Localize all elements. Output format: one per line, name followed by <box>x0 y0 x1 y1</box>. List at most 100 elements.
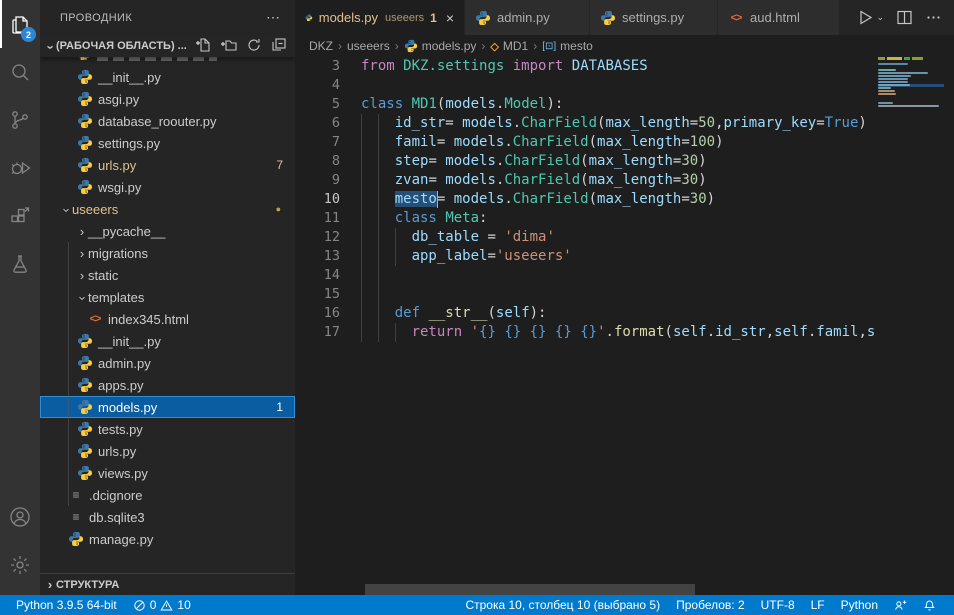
line-number: 3 <box>295 57 340 76</box>
file-label: templates <box>88 290 144 305</box>
breadcrumb-models-py[interactable]: models.py <box>404 39 477 53</box>
more-actions-icon[interactable] <box>925 9 942 26</box>
account-icon[interactable] <box>0 493 40 541</box>
tree-item-useeers[interactable]: ›useeers● <box>40 198 295 220</box>
file-label: __init__.py <box>98 334 161 349</box>
breadcrumb-separator: › <box>533 39 537 53</box>
minimap-line <box>878 87 944 89</box>
horizontal-scrollbar[interactable] <box>365 584 695 595</box>
file-label: __init__.py <box>98 70 161 85</box>
line-number: 15 <box>295 285 340 304</box>
status-notifications-bell[interactable] <box>915 595 944 615</box>
minimap-line <box>878 63 944 65</box>
workspace-label: (РАБОЧАЯ ОБЛАСТЬ) ... <box>56 40 187 52</box>
tree-item-templates[interactable]: ›templates <box>40 286 295 308</box>
line-number: 6 <box>295 114 340 133</box>
tree-item--init-py[interactable]: __init__.py <box>40 330 295 352</box>
collapse-all-icon[interactable] <box>271 37 287 56</box>
tree-item-apps-py[interactable]: apps.py <box>40 374 295 396</box>
status-indentation[interactable]: Пробелов: 2 <box>668 595 753 615</box>
tree-item-tests-py[interactable]: tests.py <box>40 418 295 440</box>
tree-item--pycache-[interactable]: ›__pycache__ <box>40 220 295 242</box>
breadcrumb-label: DKZ <box>309 39 333 53</box>
tab-settings-py[interactable]: settings.py <box>590 0 718 35</box>
python-file-icon <box>475 10 491 26</box>
html-file-icon: <> <box>87 311 103 327</box>
status-problems[interactable]: 010 <box>125 595 199 615</box>
status-eol[interactable]: LF <box>803 595 833 615</box>
code-line-12: 12 db_table = 'dima' <box>295 228 878 247</box>
indent-guide <box>361 266 362 285</box>
editor-scrollbar[interactable] <box>944 57 954 595</box>
status-encoding[interactable]: UTF-8 <box>753 595 803 615</box>
file-label: db.sqlite3 <box>89 510 145 525</box>
tree-item-admin-py[interactable]: admin.py <box>40 352 295 374</box>
tree-item-db-sqlite3[interactable]: ≡db.sqlite3 <box>40 506 295 528</box>
breadcrumb-useeers[interactable]: useeers <box>347 39 390 53</box>
workspace-section-header[interactable]: › (РАБОЧАЯ ОБЛАСТЬ) ... <box>40 35 295 57</box>
status-python-interpreter[interactable]: Python 3.9.5 64-bit <box>8 595 125 615</box>
settings-icon[interactable] <box>0 541 40 589</box>
status-language-mode[interactable]: Python <box>833 595 886 615</box>
testing-icon[interactable] <box>0 240 40 288</box>
indent-guide <box>378 285 379 304</box>
partially-scrolled-item <box>40 57 295 66</box>
tab-aud-html[interactable]: <>aud.html <box>718 0 840 35</box>
tree-item--init-py[interactable]: __init__.py <box>40 66 295 88</box>
close-icon[interactable]: × <box>446 11 454 25</box>
outline-section-header[interactable]: › СТРУКТУРА <box>40 573 295 595</box>
file-label: static <box>88 268 118 283</box>
symbol-class-icon: ◇ <box>490 40 498 53</box>
line-number: 4 <box>295 76 340 95</box>
breadcrumb-md1[interactable]: ◇MD1 <box>490 39 528 53</box>
python-file-icon <box>77 443 93 459</box>
minimap[interactable] <box>878 57 944 257</box>
explorer-icon[interactable]: 2 <box>0 0 40 48</box>
code-editor[interactable]: 3from DKZ.settings import DATABASES45cla… <box>295 57 878 595</box>
file-label: settings.py <box>98 136 160 151</box>
status-cursor-position[interactable]: Строка 10, столбец 10 (выбрано 5) <box>457 595 668 615</box>
minimap-line <box>878 75 944 77</box>
sidebar-more-actions-icon[interactable]: ⋯ <box>266 9 281 26</box>
html-file-icon: <> <box>728 10 744 26</box>
file-badge: 7 <box>276 158 283 172</box>
code-line-15: 15 <box>295 285 878 304</box>
tree-item-database-roouter-py[interactable]: database_roouter.py <box>40 110 295 132</box>
code-line-14: 14 <box>295 266 878 285</box>
file-label: .dcignore <box>89 488 142 503</box>
line-number: 17 <box>295 323 340 342</box>
breadcrumb-mesto[interactable]: [⊡]mesto <box>542 39 593 53</box>
tree-item-asgi-py[interactable]: asgi.py <box>40 88 295 110</box>
code-line-11: 11 class Meta: <box>295 209 878 228</box>
breadcrumb-separator: › <box>481 39 485 53</box>
new-folder-icon[interactable] <box>221 37 237 56</box>
tree-item-urls-py[interactable]: urls.py <box>40 440 295 462</box>
tab-admin-py[interactable]: admin.py <box>465 0 590 35</box>
split-editor-icon[interactable] <box>896 9 913 26</box>
status-feedback[interactable] <box>886 595 915 615</box>
tree-item-settings-py[interactable]: settings.py <box>40 132 295 154</box>
search-icon[interactable] <box>0 48 40 96</box>
tree-item-static[interactable]: ›static <box>40 264 295 286</box>
tab-models-py[interactable]: models.pyuseeers1× <box>295 0 465 35</box>
chevron-right-icon: › <box>44 577 56 592</box>
source-control-icon[interactable] <box>0 96 40 144</box>
breadcrumb-dkz[interactable]: DKZ <box>309 39 333 53</box>
new-file-icon[interactable] <box>196 37 212 56</box>
refresh-icon[interactable] <box>246 37 262 56</box>
tree-item-models-py[interactable]: models.py1 <box>40 396 295 418</box>
tree-item-wsgi-py[interactable]: wsgi.py <box>40 176 295 198</box>
run-debug-icon[interactable] <box>0 144 40 192</box>
python-file-icon <box>77 69 93 85</box>
tree-item--dcignore[interactable]: ≡.dcignore <box>40 484 295 506</box>
tree-item-index345-html[interactable]: <>index345.html <box>40 308 295 330</box>
extensions-icon[interactable] <box>0 192 40 240</box>
tree-item-views-py[interactable]: views.py <box>40 462 295 484</box>
tree-item-urls-py[interactable]: urls.py7 <box>40 154 295 176</box>
chevron-down-icon: › <box>59 204 74 216</box>
tree-item-migrations[interactable]: ›migrations <box>40 242 295 264</box>
tree-item-manage-py[interactable]: manage.py <box>40 528 295 550</box>
code-line-6: 6 id_str= models.CharField(max_length=50… <box>295 114 878 133</box>
activity-bar: 2 <box>0 0 40 595</box>
run-python-file-icon[interactable]: ⌄ <box>857 9 884 26</box>
